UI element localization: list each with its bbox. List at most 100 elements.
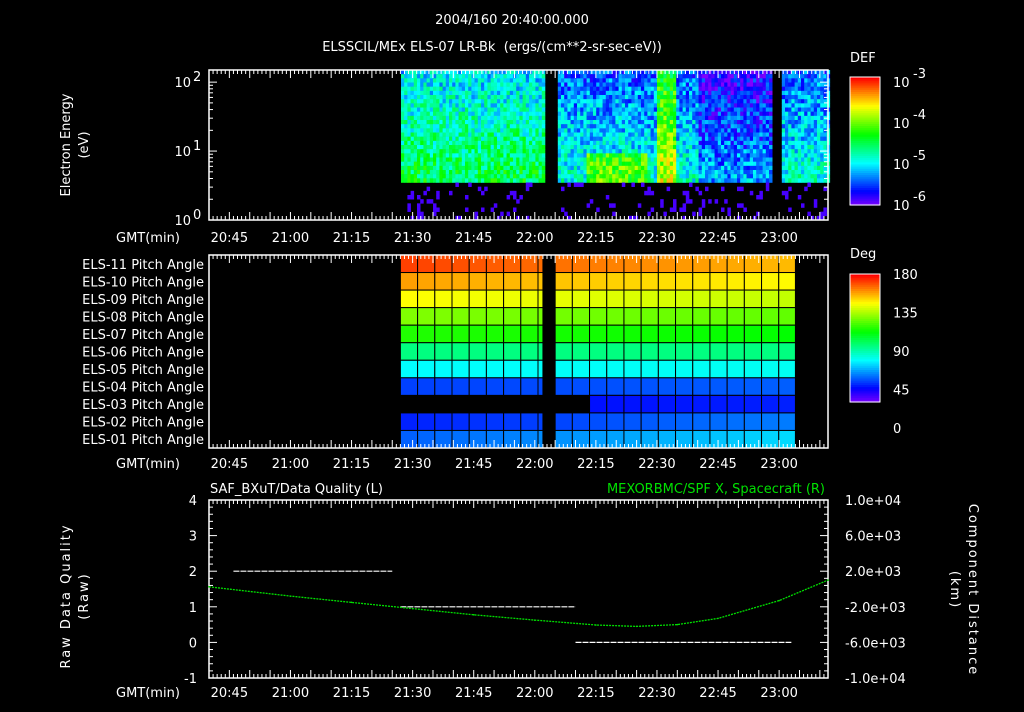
spectrogram-cell <box>756 153 760 157</box>
spectrogram-cell <box>737 162 741 166</box>
spectrogram-cell <box>619 74 623 78</box>
spectrogram-cell <box>654 178 658 182</box>
spectrogram-cell <box>743 145 747 149</box>
spectrogram-cell <box>513 195 517 199</box>
spectrogram-cell <box>468 174 472 178</box>
spectrogram-cell <box>657 145 661 149</box>
spectrogram-cell <box>603 145 607 149</box>
spectrogram-cell <box>481 141 485 145</box>
spectrogram-cell <box>622 141 626 145</box>
spectrogram-cell <box>801 128 805 132</box>
spectrogram-cell <box>715 174 719 178</box>
spectrogram-cell <box>507 128 511 132</box>
spectrogram-cell <box>414 162 418 166</box>
spectrogram-cell <box>788 95 792 99</box>
spectrogram-cell <box>663 116 667 120</box>
spectrogram-cell <box>455 178 459 182</box>
spectrogram-cell <box>811 170 815 174</box>
spectrogram-cell <box>475 95 479 99</box>
spectrogram-cell <box>491 149 495 153</box>
spectrogram-cell <box>590 78 594 82</box>
spectrogram-cell <box>743 141 747 145</box>
spectrogram-cell <box>737 137 741 141</box>
spectrogram-cell <box>443 158 447 162</box>
pitch-angle-cell <box>486 413 503 431</box>
pitch-angle-cell <box>555 273 572 291</box>
spectrogram-cell <box>411 170 415 174</box>
spectrogram-cell <box>599 108 603 112</box>
spectrogram-cell <box>462 116 466 120</box>
spectrogram-cell <box>510 153 514 157</box>
spectrogram-cell <box>471 120 475 124</box>
spectrogram-cell <box>532 178 536 182</box>
spectrogram-cell <box>411 124 415 128</box>
spectrogram-cell <box>494 108 498 112</box>
spectrogram-cell <box>756 120 760 124</box>
spectrogram-cell <box>427 74 431 78</box>
spectrogram-cell <box>654 166 658 170</box>
spectrogram-cell <box>446 166 450 170</box>
spectrogram-cell <box>513 95 517 99</box>
spectrogram-cell <box>625 116 629 120</box>
spectrogram-cell <box>609 128 613 132</box>
spectrogram-cell <box>561 208 565 212</box>
spectrogram-cell <box>577 158 581 162</box>
spectrogram-cell <box>452 83 456 87</box>
spectrogram-cell <box>500 158 504 162</box>
spectrogram-cell <box>529 178 533 182</box>
spectrogram-panel: 100101102Electron Energy(eV)GMT(min)20:4… <box>59 51 926 246</box>
spectrogram-cell <box>811 108 815 112</box>
spectrogram-cell <box>503 116 507 120</box>
pitch-angle-cell <box>676 395 693 413</box>
pitch-angle-cell <box>400 343 417 361</box>
spectrogram-cell <box>430 83 434 87</box>
spectrogram-cell <box>430 145 434 149</box>
spectrogram-cell <box>411 137 415 141</box>
spectrogram-cell <box>727 99 731 103</box>
spectrogram-cell <box>567 128 571 132</box>
spectrogram-cell <box>523 178 527 182</box>
spectrogram-cell <box>644 74 648 78</box>
spectrogram-cell <box>507 166 511 170</box>
pitch-angle-cell <box>779 273 796 291</box>
spectrogram-cell <box>596 99 600 103</box>
spectrogram-cell <box>737 203 741 207</box>
spectrogram-cell <box>491 99 495 103</box>
spectrogram-cell <box>571 74 575 78</box>
spectrogram-cell <box>612 145 616 149</box>
spectrogram-cell <box>526 103 530 107</box>
pitch-angle-cell <box>469 413 486 431</box>
spectrogram-cell <box>807 166 811 170</box>
spectrogram-cell <box>535 108 539 112</box>
spectrogram-cell <box>635 128 639 132</box>
spectrogram-cell <box>411 133 415 137</box>
pitch-angle-cell <box>676 343 693 361</box>
spectrogram-cell <box>683 120 687 124</box>
spectrogram-cell <box>644 141 648 145</box>
spectrogram-cell <box>481 95 485 99</box>
spectrogram-cell <box>804 166 808 170</box>
spectrogram-cell <box>484 91 488 95</box>
spectrogram-cell <box>651 128 655 132</box>
spectrogram-cell <box>644 149 648 153</box>
spectrogram-cell <box>795 124 799 128</box>
spectrogram-cell <box>567 162 571 166</box>
spectrogram-cell <box>507 116 511 120</box>
spectrogram-cell <box>708 174 712 178</box>
spectrogram-cell <box>692 170 696 174</box>
spectrogram-cell <box>494 149 498 153</box>
spectrogram-cell <box>731 95 735 99</box>
spectrogram-cell <box>644 145 648 149</box>
spectrogram-cell <box>558 87 562 91</box>
spectrogram-cell <box>724 87 728 91</box>
spectrogram-cell <box>641 83 645 87</box>
pitch-angle-cell <box>710 290 727 308</box>
spectrogram-cell <box>593 99 597 103</box>
spectrogram-cell <box>651 78 655 82</box>
spectrogram-cell <box>443 174 447 178</box>
spectrogram-cell <box>737 128 741 132</box>
spectrogram-cell <box>654 83 658 87</box>
spectrogram-cell <box>667 153 671 157</box>
spectrogram-cell <box>577 99 581 103</box>
spectrogram-cell <box>676 128 680 132</box>
